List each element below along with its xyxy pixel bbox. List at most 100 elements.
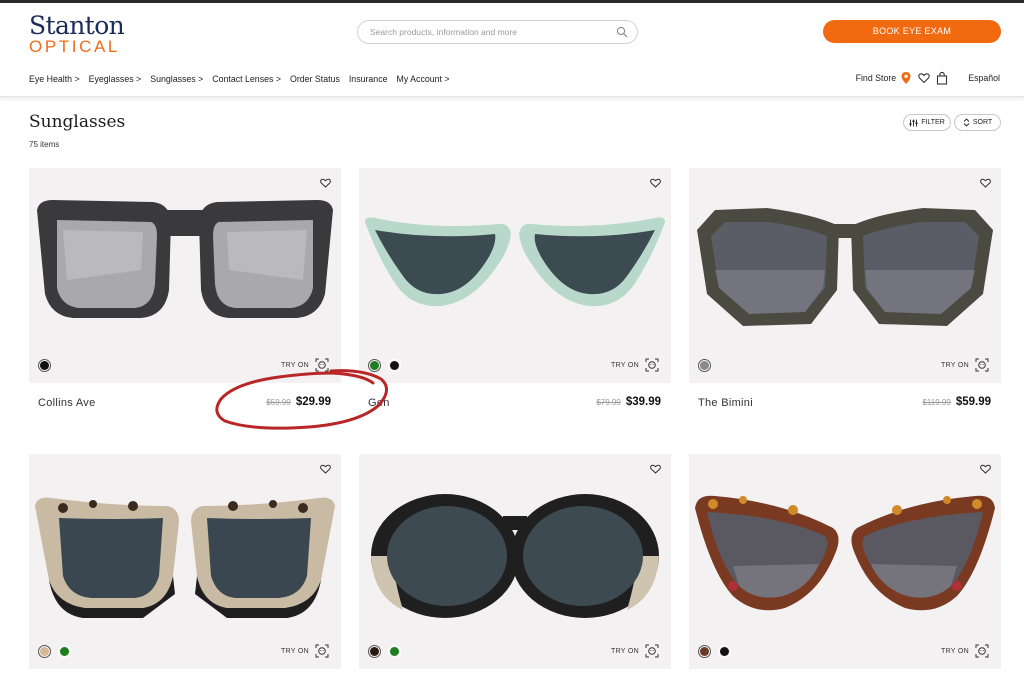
color-swatch[interactable] <box>368 359 381 372</box>
product-image-area[interactable]: TRY ON <box>359 454 671 669</box>
virtual-try-on-icon <box>645 644 659 658</box>
search-bar <box>357 20 638 44</box>
try-on-label: TRY ON <box>281 647 309 655</box>
sale-price: $59.99 <box>955 396 991 408</box>
nav-menu: Eye Health > Eyeglasses > Sunglasses > C… <box>29 74 459 84</box>
logo-wordmark-bottom: OPTICAL <box>29 37 120 56</box>
sale-price: $39.99 <box>625 396 661 408</box>
color-swatch[interactable] <box>368 645 381 658</box>
search-input[interactable] <box>370 24 605 40</box>
shopping-bag-icon[interactable] <box>936 71 948 85</box>
wishlist-heart-icon[interactable] <box>918 71 930 85</box>
product-image-area[interactable]: TRY ON <box>29 168 341 383</box>
virtual-try-on-icon <box>975 644 989 658</box>
favorite-heart-icon[interactable] <box>650 178 661 188</box>
product-prices: $119.99 $59.99 <box>922 396 991 408</box>
sort-label: SORT <box>972 119 993 126</box>
virtual-try-on-icon <box>315 644 329 658</box>
nav-item-order-status[interactable]: Order Status <box>290 74 340 84</box>
color-swatches <box>698 645 738 658</box>
product-photo-tortoise-cat-eye <box>35 497 335 618</box>
product-photo-tortoise-butterfly <box>695 495 995 611</box>
try-on-button[interactable]: TRY ON <box>941 644 989 658</box>
product-name[interactable]: Collins Ave <box>38 397 96 409</box>
color-swatches <box>698 359 718 372</box>
color-swatch[interactable] <box>38 359 51 372</box>
nav-item-eye-health[interactable]: Eye Health > <box>29 74 80 84</box>
try-on-button[interactable]: TRY ON <box>611 358 659 372</box>
language-toggle[interactable]: Español <box>968 73 1000 83</box>
try-on-label: TRY ON <box>611 361 639 369</box>
product-photo-the-bimini <box>697 208 993 326</box>
color-swatch[interactable] <box>698 645 711 658</box>
try-on-label: TRY ON <box>941 361 969 369</box>
logo-wordmark-top: Stanton <box>29 11 125 40</box>
product-card[interactable]: TRY ON Gen $79.99 $39.99 <box>359 168 671 423</box>
try-on-button[interactable]: TRY ON <box>281 644 329 658</box>
color-swatch[interactable] <box>388 359 401 372</box>
sale-price: $29.99 <box>295 396 331 408</box>
product-card[interactable]: TRY ON <box>689 454 1001 669</box>
product-image-area[interactable]: TRY ON <box>689 454 1001 669</box>
favorite-heart-icon[interactable] <box>320 464 331 474</box>
product-image-area[interactable]: TRY ON <box>29 454 341 669</box>
original-price: $79.99 <box>596 398 621 407</box>
product-photo-round-two-tone <box>371 494 659 618</box>
original-price: $119.99 <box>922 398 951 407</box>
nav-item-contact-lenses[interactable]: Contact Lenses > <box>212 74 281 84</box>
product-image-area[interactable]: TRY ON <box>359 168 671 383</box>
product-name[interactable]: The Bimini <box>698 397 753 409</box>
color-swatch[interactable] <box>718 645 731 658</box>
favorite-heart-icon[interactable] <box>320 178 331 188</box>
product-info: The Bimini $119.99 $59.99 <box>689 383 1001 423</box>
original-price: $59.99 <box>266 398 291 407</box>
color-swatches <box>368 359 408 372</box>
color-swatches <box>38 645 78 658</box>
color-swatch[interactable] <box>38 645 51 658</box>
item-count: 75 items <box>29 140 60 149</box>
color-swatch[interactable] <box>388 645 401 658</box>
location-pin-icon[interactable] <box>900 71 912 85</box>
page-title: Sunglasses <box>29 112 126 132</box>
nav-item-insurance[interactable]: Insurance <box>349 74 388 84</box>
product-card[interactable]: TRY ON The Bimini $119.99 $59.99 <box>689 168 1001 423</box>
try-on-label: TRY ON <box>281 361 309 369</box>
sort-arrows-icon <box>963 118 970 127</box>
color-swatches <box>38 359 58 372</box>
try-on-button[interactable]: TRY ON <box>941 358 989 372</box>
product-prices: $79.99 $39.99 <box>596 396 661 408</box>
virtual-try-on-icon <box>975 358 989 372</box>
product-info: Collins Ave $59.99 $29.99 <box>29 383 341 423</box>
try-on-button[interactable]: TRY ON <box>611 644 659 658</box>
favorite-heart-icon[interactable] <box>650 464 661 474</box>
site-header: Stanton OPTICAL BOOK EYE EXAM <box>0 3 1024 61</box>
sort-button[interactable]: SORT <box>954 114 1001 131</box>
favorite-heart-icon[interactable] <box>980 178 991 188</box>
nav-item-my-account[interactable]: My Account > <box>397 74 450 84</box>
book-eye-exam-button[interactable]: BOOK EYE EXAM <box>823 20 1001 43</box>
virtual-try-on-icon <box>315 358 329 372</box>
color-swatch[interactable] <box>698 359 711 372</box>
try-on-label: TRY ON <box>941 647 969 655</box>
product-image-area[interactable]: TRY ON <box>689 168 1001 383</box>
nav-item-sunglasses[interactable]: Sunglasses > <box>150 74 203 84</box>
filter-button[interactable]: FILTER <box>903 114 951 131</box>
product-photo-collins-ave <box>37 200 333 318</box>
nav-item-eyeglasses[interactable]: Eyeglasses > <box>89 74 142 84</box>
product-card[interactable]: TRY ON <box>29 454 341 669</box>
find-store-link[interactable]: Find Store <box>856 73 897 83</box>
product-name[interactable]: Gen <box>368 397 390 409</box>
nav-utilities: Find Store Español <box>856 71 1000 85</box>
product-prices: $59.99 $29.99 <box>266 396 331 408</box>
filter-label: FILTER <box>921 119 945 126</box>
product-card[interactable]: TRY ON Collins Ave $59.99 $29.99 <box>29 168 341 423</box>
stanton-optical-logo[interactable]: Stanton OPTICAL <box>29 11 125 56</box>
try-on-button[interactable]: TRY ON <box>281 358 329 372</box>
favorite-heart-icon[interactable] <box>980 464 991 474</box>
main-nav: Eye Health > Eyeglasses > Sunglasses > C… <box>0 61 1024 97</box>
search-icon[interactable] <box>616 26 628 38</box>
color-swatch[interactable] <box>58 645 71 658</box>
try-on-label: TRY ON <box>611 647 639 655</box>
virtual-try-on-icon <box>645 358 659 372</box>
product-card[interactable]: TRY ON <box>359 454 671 669</box>
